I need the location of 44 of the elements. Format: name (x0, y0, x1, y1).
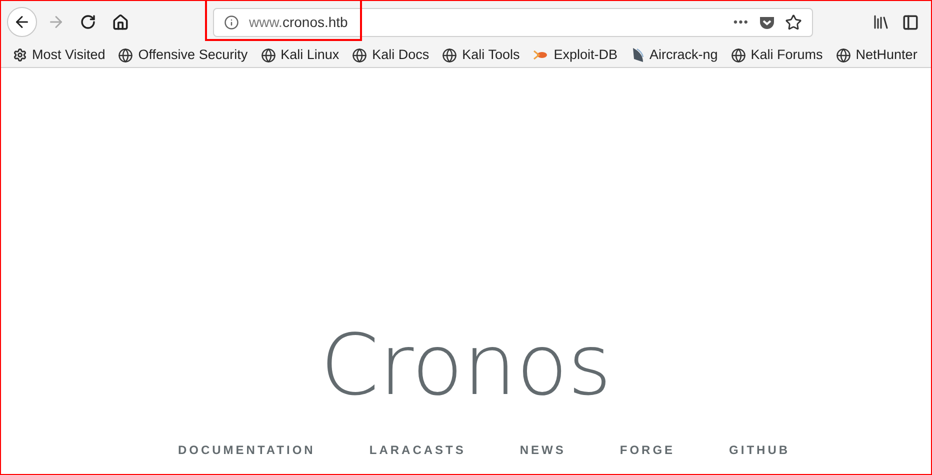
bookmark-item[interactable]: Offensive Security (118, 44, 248, 66)
bookmark-item[interactable]: Kali Forums (730, 44, 823, 66)
back-button[interactable] (7, 7, 37, 37)
nav-link[interactable]: NEWS (512, 441, 573, 459)
bookmark-item[interactable]: Exploit-DB (532, 44, 618, 66)
forward-arrow-icon (47, 13, 65, 31)
globe-icon (442, 48, 458, 62)
bookmark-item[interactable]: Most Visited (13, 44, 106, 66)
bookmark-item[interactable]: Kali Tools (442, 44, 520, 66)
nav-link[interactable]: GITHUB (722, 441, 798, 459)
bookmark-item[interactable]: Kali Docs (352, 44, 430, 66)
satellite-dish-icon (630, 47, 644, 63)
bookmark-item[interactable]: NetHunter (836, 44, 918, 66)
bookmark-label: Offensive Security (138, 46, 248, 64)
info-icon (224, 14, 239, 30)
globe-icon (836, 48, 851, 62)
sidebar-icon[interactable] (902, 14, 919, 30)
globe-icon (730, 48, 746, 62)
bookmark-label: Kali Linux (280, 46, 340, 64)
reload-icon (80, 14, 96, 30)
bookmark-item[interactable]: Kali Linux (260, 44, 340, 66)
gear-icon (13, 48, 27, 62)
pocket-icon[interactable] (759, 14, 775, 30)
library-icon[interactable] (872, 13, 890, 31)
bookmark-label: Kali Docs (372, 46, 430, 64)
address-field[interactable]: www.cronos.htb ••• (213, 8, 813, 36)
bookmark-label: Kali Tools (462, 46, 520, 64)
globe-icon (260, 48, 276, 62)
bookmark-item[interactable]: Aircrack-ng (630, 44, 718, 66)
nav-link[interactable]: LARACASTS (362, 441, 473, 459)
site-title: Cronos (320, 323, 612, 407)
star-icon[interactable] (785, 14, 802, 30)
bookmark-label: Kali Forums (750, 46, 823, 64)
nav-link[interactable]: FORGE (612, 441, 682, 459)
bookmark-label: Exploit-DB (554, 46, 618, 64)
globe-icon (352, 48, 368, 62)
nav-link[interactable]: DOCUMENTATION (170, 441, 322, 459)
bookmark-label: NetHunter (856, 46, 918, 64)
globe-icon (118, 48, 134, 62)
bookmark-label: Aircrack-ng (650, 46, 718, 64)
more-button[interactable]: ••• (733, 13, 749, 31)
home-icon (112, 14, 128, 30)
url-text: www.cronos.htb (249, 12, 348, 32)
bookmark-label: Most Visited (32, 46, 106, 64)
